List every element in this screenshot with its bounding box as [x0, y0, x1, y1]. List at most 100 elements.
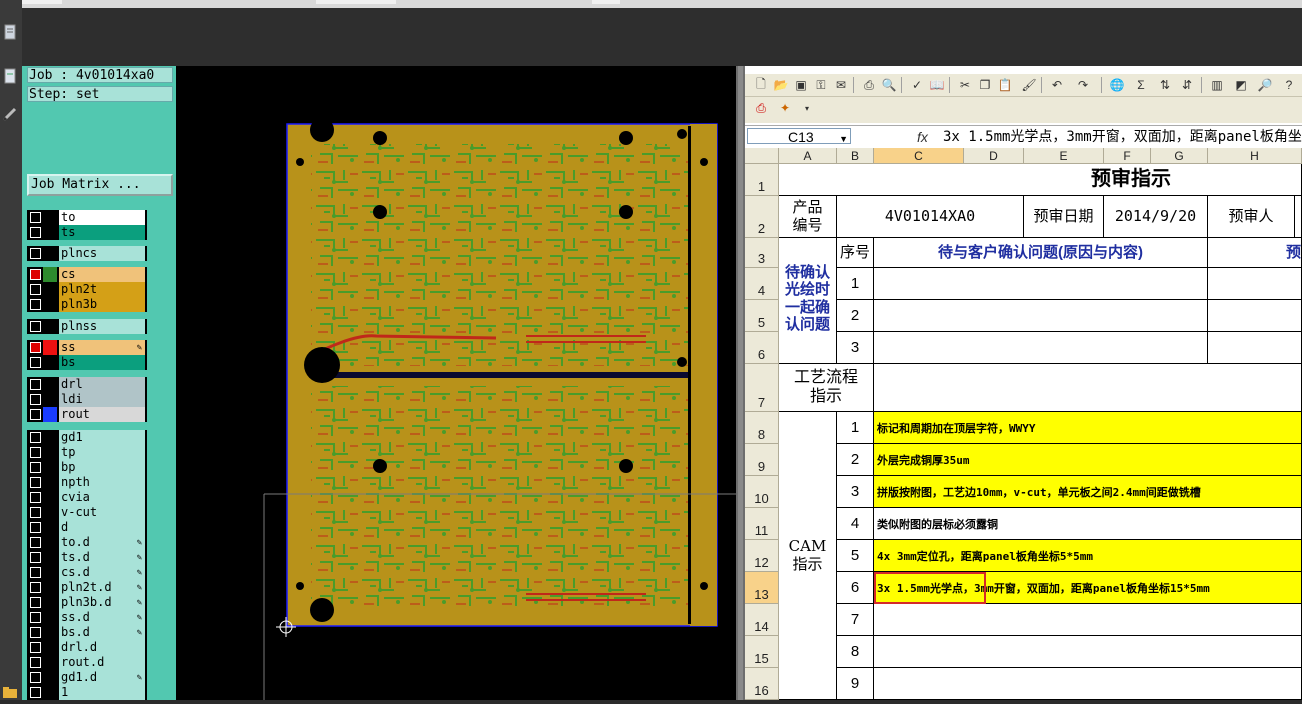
pdf-convert-icon[interactable]: ✦ [777, 100, 793, 116]
layer-row-gd1-d[interactable]: gd1.d ✎ [27, 670, 147, 685]
layer-color-swatch[interactable] [43, 445, 57, 460]
seq-label[interactable]: 序号 [837, 238, 874, 268]
sheet-title[interactable]: 预审指示 [779, 164, 1302, 196]
job-matrix-button[interactable]: Job Matrix ... [27, 174, 173, 196]
column-header-H[interactable]: H [1208, 148, 1302, 164]
layer-name[interactable]: pln3b.d ✎ [59, 595, 145, 610]
formula-input[interactable]: 3x 1.5mm光学点，3mm开窗，双面加，距离panel板角坐标15*5mm [943, 128, 1302, 146]
confirm-group-label[interactable]: 待确认 光绘时 一起确 认问题 [779, 238, 837, 364]
layer-color-swatch[interactable] [43, 267, 57, 282]
layer-name[interactable]: ss.d ✎ [59, 610, 145, 625]
drawing-icon[interactable]: ◩ [1233, 77, 1249, 93]
pencil-icon[interactable] [2, 106, 18, 122]
row-header-1[interactable]: 1 [745, 164, 779, 196]
confirm-header[interactable]: 待与客户确认问题(原因与内容) [874, 238, 1208, 268]
layer-name[interactable]: gd1 [59, 430, 145, 445]
layer-row-to-d[interactable]: to.d ✎ [27, 535, 147, 550]
row-header-13[interactable]: 13 [745, 572, 779, 604]
cam-seq-cell[interactable]: 6 [837, 572, 874, 604]
layer-name[interactable]: cs.d ✎ [59, 565, 145, 580]
print-preview-icon[interactable]: 🔍 [881, 77, 897, 93]
format-painter-icon[interactable]: 🖌 [1021, 77, 1037, 93]
row-header-4[interactable]: 4 [745, 268, 779, 300]
layer-checkbox[interactable] [30, 642, 41, 653]
process-content-cell[interactable] [874, 364, 1302, 412]
layer-name[interactable]: to.d ✎ [59, 535, 145, 550]
layer-row-ts-d[interactable]: ts.d ✎ [27, 550, 147, 565]
column-header-E[interactable]: E [1024, 148, 1104, 164]
layer-checkbox[interactable] [30, 582, 41, 593]
layer-color-swatch[interactable] [43, 430, 57, 445]
layer-row-bs[interactable]: bs [27, 355, 147, 370]
layer-color-swatch[interactable] [43, 655, 57, 670]
fx-icon[interactable]: fx [917, 129, 928, 145]
layer-name[interactable]: bs.d ✎ [59, 625, 145, 640]
layer-row-ldi[interactable]: ldi [27, 392, 147, 407]
column-header-A[interactable]: A [779, 148, 837, 164]
column-header-F[interactable]: F [1104, 148, 1151, 164]
layer-checkbox[interactable] [30, 269, 41, 280]
cam-seq-cell[interactable]: 1 [837, 412, 874, 444]
layer-color-swatch[interactable] [43, 460, 57, 475]
cam-item-cell[interactable] [874, 636, 1302, 668]
row-header-15[interactable]: 15 [745, 636, 779, 668]
layer-checkbox[interactable] [30, 657, 41, 668]
open-folder-icon[interactable]: 📂 [773, 77, 789, 93]
cam-item-cell[interactable]: 外层完成铜厚35um [874, 444, 1302, 476]
permission-icon[interactable]: ⚿ [813, 77, 829, 93]
confirm-extra-cell[interactable] [1208, 268, 1302, 300]
row-header-7[interactable]: 7 [745, 364, 779, 412]
layer-row-rout-d[interactable]: rout.d [27, 655, 147, 670]
column-header-D[interactable]: D [964, 148, 1024, 164]
layer-color-swatch[interactable] [43, 319, 57, 334]
chevron-down-icon[interactable]: ▼ [839, 131, 848, 147]
column-header-B[interactable]: B [837, 148, 874, 164]
layer-checkbox[interactable] [30, 212, 41, 223]
layer-checkbox[interactable] [30, 394, 41, 405]
paste-icon[interactable]: 📋 [997, 77, 1013, 93]
layer-checkbox[interactable] [30, 687, 41, 698]
redo-icon[interactable]: ↷ [1075, 77, 1091, 93]
print-icon[interactable]: ⎙ [861, 77, 877, 93]
layer-name[interactable]: plncs [59, 246, 145, 261]
layer-color-swatch[interactable] [43, 246, 57, 261]
confirm-extra-cell[interactable] [1208, 332, 1302, 364]
process-label[interactable]: 工艺流程 指示 [779, 364, 874, 412]
layer-row-pln2t-d[interactable]: pln2t.d ✎ [27, 580, 147, 595]
layer-row-ss[interactable]: ss ✎ [27, 340, 147, 355]
layer-checkbox[interactable] [30, 432, 41, 443]
layer-checkbox[interactable] [30, 462, 41, 473]
layer-checkbox[interactable] [30, 284, 41, 295]
layer-color-swatch[interactable] [43, 625, 57, 640]
layer-name[interactable]: 1 [59, 685, 145, 700]
layer-color-swatch[interactable] [43, 340, 57, 355]
cam-item-cell[interactable] [874, 668, 1302, 700]
layer-checkbox[interactable] [30, 342, 41, 353]
layer-checkbox[interactable] [30, 507, 41, 518]
layer-row-to[interactable]: to [27, 210, 147, 225]
confirm-seq-cell[interactable]: 3 [837, 332, 874, 364]
layer-checkbox[interactable] [30, 227, 41, 238]
row-header-12[interactable]: 12 [745, 540, 779, 572]
confirm-content-cell[interactable] [874, 332, 1208, 364]
layer-name[interactable]: gd1.d ✎ [59, 670, 145, 685]
layer-color-swatch[interactable] [43, 282, 57, 297]
layer-name[interactable]: drl.d [59, 640, 145, 655]
cam-seq-cell[interactable]: 9 [837, 668, 874, 700]
layer-color-swatch[interactable] [43, 407, 57, 422]
review-header-cut[interactable]: 预 [1208, 238, 1302, 268]
layer-checkbox[interactable] [30, 567, 41, 578]
column-header-G[interactable]: G [1151, 148, 1208, 164]
layer-row-plnss[interactable]: plnss [27, 319, 147, 334]
autosum-icon[interactable]: Σ [1133, 77, 1149, 93]
reviewer-value[interactable] [1295, 196, 1302, 238]
layer-row-gd1[interactable]: gd1 [27, 430, 147, 445]
layer-name[interactable]: pln3b [59, 297, 145, 312]
review-date-value[interactable]: 2014/9/20 [1104, 196, 1208, 238]
layer-name[interactable]: bs [59, 355, 145, 370]
page-icon[interactable] [2, 68, 18, 84]
layer-name[interactable]: ts [59, 225, 145, 240]
cam-item-cell[interactable]: 拼版按附图，工艺边10mm，v-cut，单元板之间2.4mm间距做铣槽 [874, 476, 1302, 508]
reviewer-label[interactable]: 预审人 [1208, 196, 1295, 238]
layer-checkbox[interactable] [30, 299, 41, 310]
